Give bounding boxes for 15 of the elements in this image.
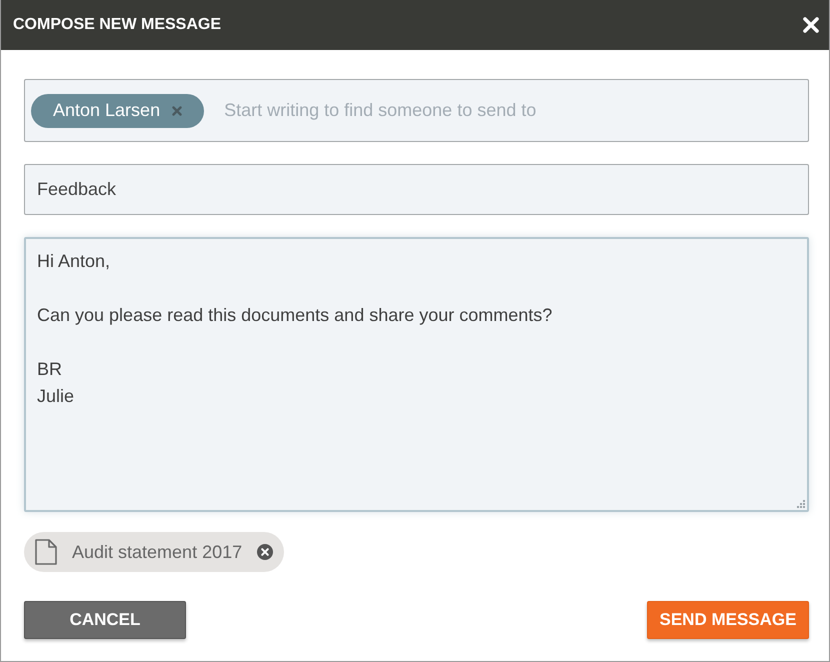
remove-icon[interactable] [257, 544, 274, 560]
attachment-chip[interactable]: Audit statement 2017 [24, 532, 284, 572]
send-button[interactable]: SEND MESSAGE [647, 601, 809, 639]
attachment-name: Audit statement 2017 [72, 542, 242, 562]
cancel-button[interactable]: CANCEL [24, 601, 186, 639]
recipient-chip[interactable]: Anton Larsen [31, 94, 204, 128]
subject-field[interactable]: Feedback [24, 164, 809, 215]
dialog-title: COMPOSE NEW MESSAGE [13, 16, 222, 34]
recipient-name: Anton Larsen [53, 100, 160, 121]
resize-grip-icon[interactable] [797, 500, 805, 508]
message-text: Hi Anton, Can you please read this documents and share your comments? BR Julie [37, 250, 552, 408]
recipient-field[interactable]: Anton Larsen Start writing to find someone to send to [24, 79, 809, 142]
close-icon[interactable] [803, 17, 819, 33]
message-body-field[interactable]: Hi Anton, Can you please read this documents and share your comments? BR Julie [24, 237, 809, 512]
document-icon [35, 539, 57, 565]
